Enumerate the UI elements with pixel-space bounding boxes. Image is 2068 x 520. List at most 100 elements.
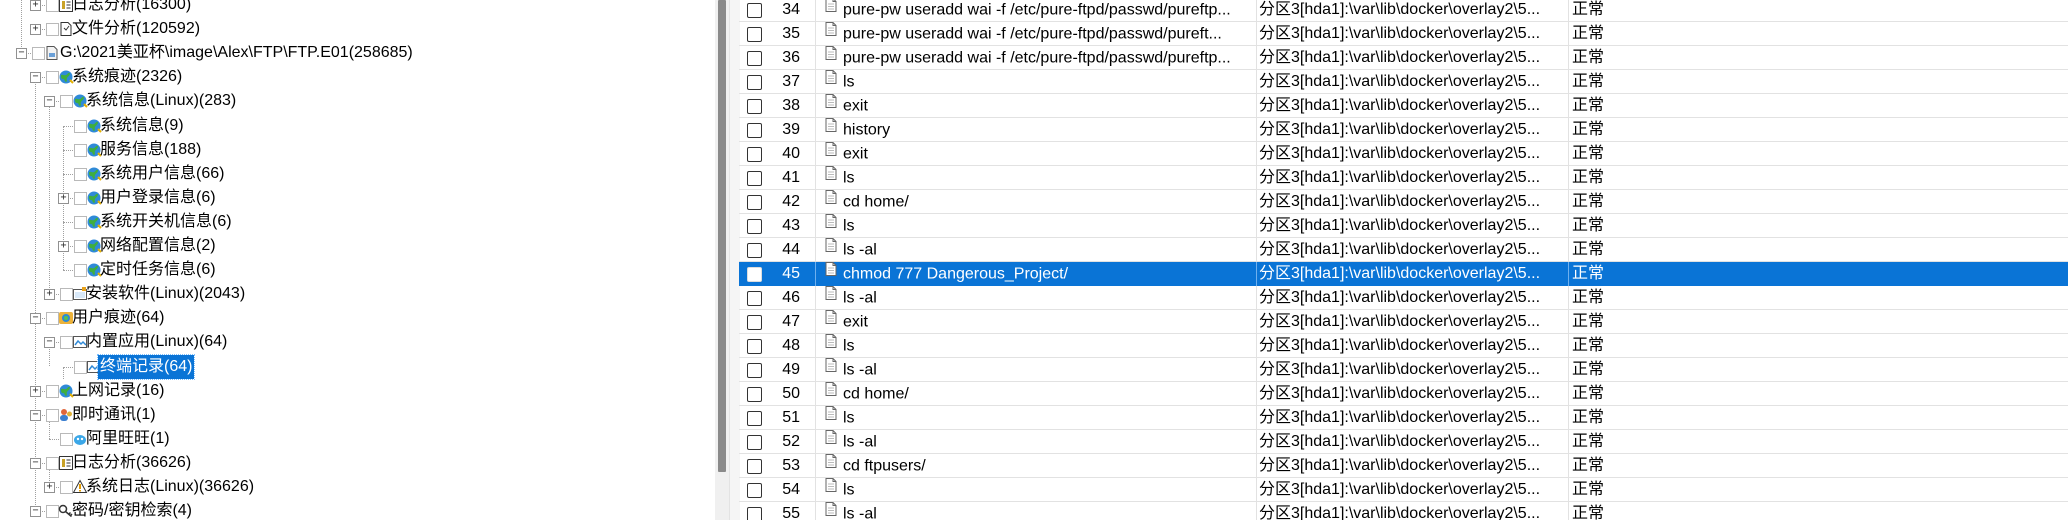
- tree-node-label[interactable]: 日志分析(36626): [70, 451, 193, 475]
- row-checkbox[interactable]: [747, 123, 762, 138]
- tree-node-label[interactable]: 用户痕迹(64): [70, 306, 166, 330]
- table-row[interactable]: 38 exit 分区3[hda1]:\var\lib\docker\overlay2…: [739, 94, 2068, 118]
- table-row[interactable]: 39 history 分区3[hda1]:\var\lib\docker\overl…: [739, 118, 2068, 142]
- collapse-icon[interactable]: −: [16, 48, 27, 60]
- table-row[interactable]: 48 ls 分区3[hda1]:\var\lib\docker\overlay2\5…: [739, 334, 2068, 358]
- table-row[interactable]: 53 cd ftpusers/分区3[hda1]:\var\lib\docker\…: [739, 454, 2068, 478]
- row-checkbox[interactable]: [747, 147, 762, 162]
- collapse-icon[interactable]: −: [30, 506, 41, 518]
- expand-icon[interactable]: +: [30, 24, 41, 36]
- evidence-tree[interactable]: + 日志分析(16300) + 文件分析(120592) − G:\2021美亚杯\ima…: [0, 0, 715, 520]
- tree-node-label[interactable]: G:\2021美亚杯\image\Alex\FTP\FTP.E01(258685…: [58, 41, 415, 65]
- table-row[interactable]: 46 ls -al 分区3[hda1]:\var\lib\docker\overla…: [739, 286, 2068, 310]
- row-checkbox[interactable]: [747, 339, 762, 354]
- collapse-icon[interactable]: −: [30, 457, 41, 469]
- row-checkbox[interactable]: [747, 51, 762, 66]
- tree-node-label[interactable]: 日志分析(16300): [70, 0, 193, 17]
- table-row[interactable]: 40 exit 分区3[hda1]:\var\lib\docker\overlay2…: [739, 142, 2068, 166]
- table-row[interactable]: 42 cd home/分区3[hda1]:\var\lib\docker\over…: [739, 190, 2068, 214]
- tree-node-system-info-linux[interactable]: − 系统信息(Linux)(283): [0, 89, 715, 113]
- tree-node-aliwangwang[interactable]: 阿里旺旺(1): [0, 427, 715, 451]
- tree-node-power-info[interactable]: 系统开关机信息(6): [0, 210, 715, 234]
- table-row[interactable]: 45 chmod 777 Dangerous_Project/分区3[hda1]:…: [739, 262, 2068, 286]
- row-checkbox[interactable]: [747, 195, 762, 210]
- tree-node-label[interactable]: 系统日志(Linux)(36626): [84, 475, 256, 499]
- tree-node-label[interactable]: 阿里旺旺(1): [84, 427, 172, 451]
- row-checkbox[interactable]: [747, 459, 762, 474]
- collapse-icon[interactable]: −: [44, 337, 55, 349]
- tree-node-ftp-image[interactable]: − G:\2021美亚杯\image\Alex\FTP\FTP.E01(25868…: [0, 41, 715, 65]
- row-checkbox[interactable]: [747, 3, 762, 18]
- row-checkbox[interactable]: [747, 99, 762, 114]
- tree-node-label[interactable]: 密码/密钥检索(4): [70, 499, 194, 520]
- tree-node-label[interactable]: 系统信息(9): [98, 114, 186, 138]
- expand-icon[interactable]: +: [44, 289, 55, 301]
- tree-node-password-search[interactable]: − 密码/密钥检索(4): [0, 499, 715, 520]
- expand-icon[interactable]: +: [44, 482, 55, 493]
- tree-node-system-traces[interactable]: − 系统痕迹(2326): [0, 65, 715, 89]
- table-row[interactable]: 54 ls 分区3[hda1]:\var\lib\docker\overlay2\5…: [739, 478, 2068, 502]
- tree-node-label[interactable]: 系统信息(Linux)(283): [84, 89, 238, 113]
- row-checkbox[interactable]: [747, 387, 762, 402]
- tree-node-label[interactable]: 定时任务信息(6): [98, 258, 218, 282]
- row-checkbox[interactable]: [747, 435, 762, 450]
- table-row[interactable]: 51 ls 分区3[hda1]:\var\lib\docker\overlay2\5…: [739, 406, 2068, 430]
- row-checkbox[interactable]: [747, 171, 762, 186]
- tree-node-label[interactable]: 即时通讯(1): [70, 403, 158, 427]
- tree-node-log-analysis[interactable]: − 日志分析(36626): [0, 451, 715, 475]
- tree-node-label[interactable]: 网络配置信息(2): [98, 234, 218, 258]
- tree-node-service-info[interactable]: 服务信息(188): [0, 138, 715, 162]
- row-checkbox[interactable]: [747, 315, 762, 330]
- table-row[interactable]: 35 pure-pw useradd wai -f /etc/pure-ftpd/…: [739, 22, 2068, 46]
- tree-node-log-analysis-top[interactable]: + 日志分析(16300): [0, 0, 715, 17]
- row-checkbox[interactable]: [747, 507, 762, 520]
- table-row[interactable]: 36 pure-pw useradd wai -f /etc/pure-ftpd/…: [739, 46, 2068, 70]
- collapse-icon[interactable]: −: [30, 409, 41, 421]
- tree-node-builtin-apps[interactable]: − 内置应用(Linux)(64): [0, 330, 715, 354]
- tree-node-system-user-info[interactable]: 系统用户信息(66): [0, 162, 715, 186]
- row-checkbox[interactable]: [747, 411, 762, 426]
- tree-node-label[interactable]: 系统痕迹(2326): [70, 65, 184, 89]
- tree-node-terminal-records[interactable]: 终端记录(64): [0, 353, 715, 380]
- table-row[interactable]: 47 exit 分区3[hda1]:\var\lib\docker\overlay2…: [739, 310, 2068, 334]
- expand-icon[interactable]: +: [30, 385, 41, 397]
- tree-node-scheduled-tasks[interactable]: 定时任务信息(6): [0, 258, 715, 282]
- tree-node-label[interactable]: 用户登录信息(6): [98, 186, 218, 210]
- collapse-icon[interactable]: −: [44, 96, 55, 108]
- table-row[interactable]: 52 ls -al 分区3[hda1]:\var\lib\docker\overla…: [739, 430, 2068, 454]
- table-row[interactable]: 37 ls 分区3[hda1]:\var\lib\docker\overlay2\5…: [739, 70, 2068, 94]
- table-row[interactable]: 34 pure-pw useradd wai -f /etc/pure-ftpd/…: [739, 0, 2068, 22]
- row-checkbox[interactable]: [747, 483, 762, 498]
- row-checkbox[interactable]: [747, 27, 762, 42]
- tree-node-label[interactable]: 服务信息(188): [98, 138, 203, 162]
- row-checkbox[interactable]: [747, 219, 762, 234]
- expand-icon[interactable]: +: [58, 241, 69, 252]
- row-checkbox[interactable]: [747, 363, 762, 378]
- tree-scrollbar[interactable]: [715, 0, 729, 520]
- tree-node-system-logs[interactable]: + 系统日志(Linux)(36626): [0, 475, 715, 499]
- collapse-icon[interactable]: −: [30, 313, 41, 325]
- tree-node-label[interactable]: 终端记录(64): [96, 353, 196, 380]
- tree-node-label[interactable]: 上网记录(16): [70, 379, 166, 403]
- tree-node-installed-software[interactable]: + 安装软件(Linux)(2043): [0, 282, 715, 306]
- expand-icon[interactable]: +: [30, 0, 41, 11]
- tree-node-user-login-info[interactable]: + 用户登录信息(6): [0, 186, 715, 210]
- tree-node-file-analysis[interactable]: + 文件分析(120592): [0, 17, 715, 41]
- tree-node-label[interactable]: 系统开关机信息(6): [98, 210, 234, 234]
- table-row[interactable]: 41 ls 分区3[hda1]:\var\lib\docker\overlay2\5…: [739, 166, 2068, 190]
- table-row[interactable]: 44 ls -al 分区3[hda1]:\var\lib\docker\overla…: [739, 238, 2068, 262]
- table-row[interactable]: 43 ls 分区3[hda1]:\var\lib\docker\overlay2\5…: [739, 214, 2068, 238]
- tree-node-label[interactable]: 安装软件(Linux)(2043): [84, 282, 247, 306]
- tree-node-system-info[interactable]: 系统信息(9): [0, 114, 715, 138]
- tree-node-label[interactable]: 文件分析(120592): [70, 17, 202, 41]
- tree-node-instant-messaging[interactable]: − 即时通讯(1): [0, 403, 715, 427]
- row-checkbox[interactable]: [747, 243, 762, 258]
- tree-node-network-config[interactable]: + 网络配置信息(2): [0, 234, 715, 258]
- row-checkbox[interactable]: [747, 291, 762, 306]
- row-checkbox[interactable]: [747, 75, 762, 90]
- expand-icon[interactable]: +: [58, 192, 69, 204]
- tree-node-user-traces[interactable]: − 用户痕迹(64): [0, 306, 715, 330]
- table-row[interactable]: 55 ls -al 分区3[hda1]:\var\lib\docker\overla…: [739, 502, 2068, 520]
- tree-node-web-records[interactable]: + 上网记录(16): [0, 379, 715, 403]
- tree-scrollbar-thumb[interactable]: [718, 0, 726, 472]
